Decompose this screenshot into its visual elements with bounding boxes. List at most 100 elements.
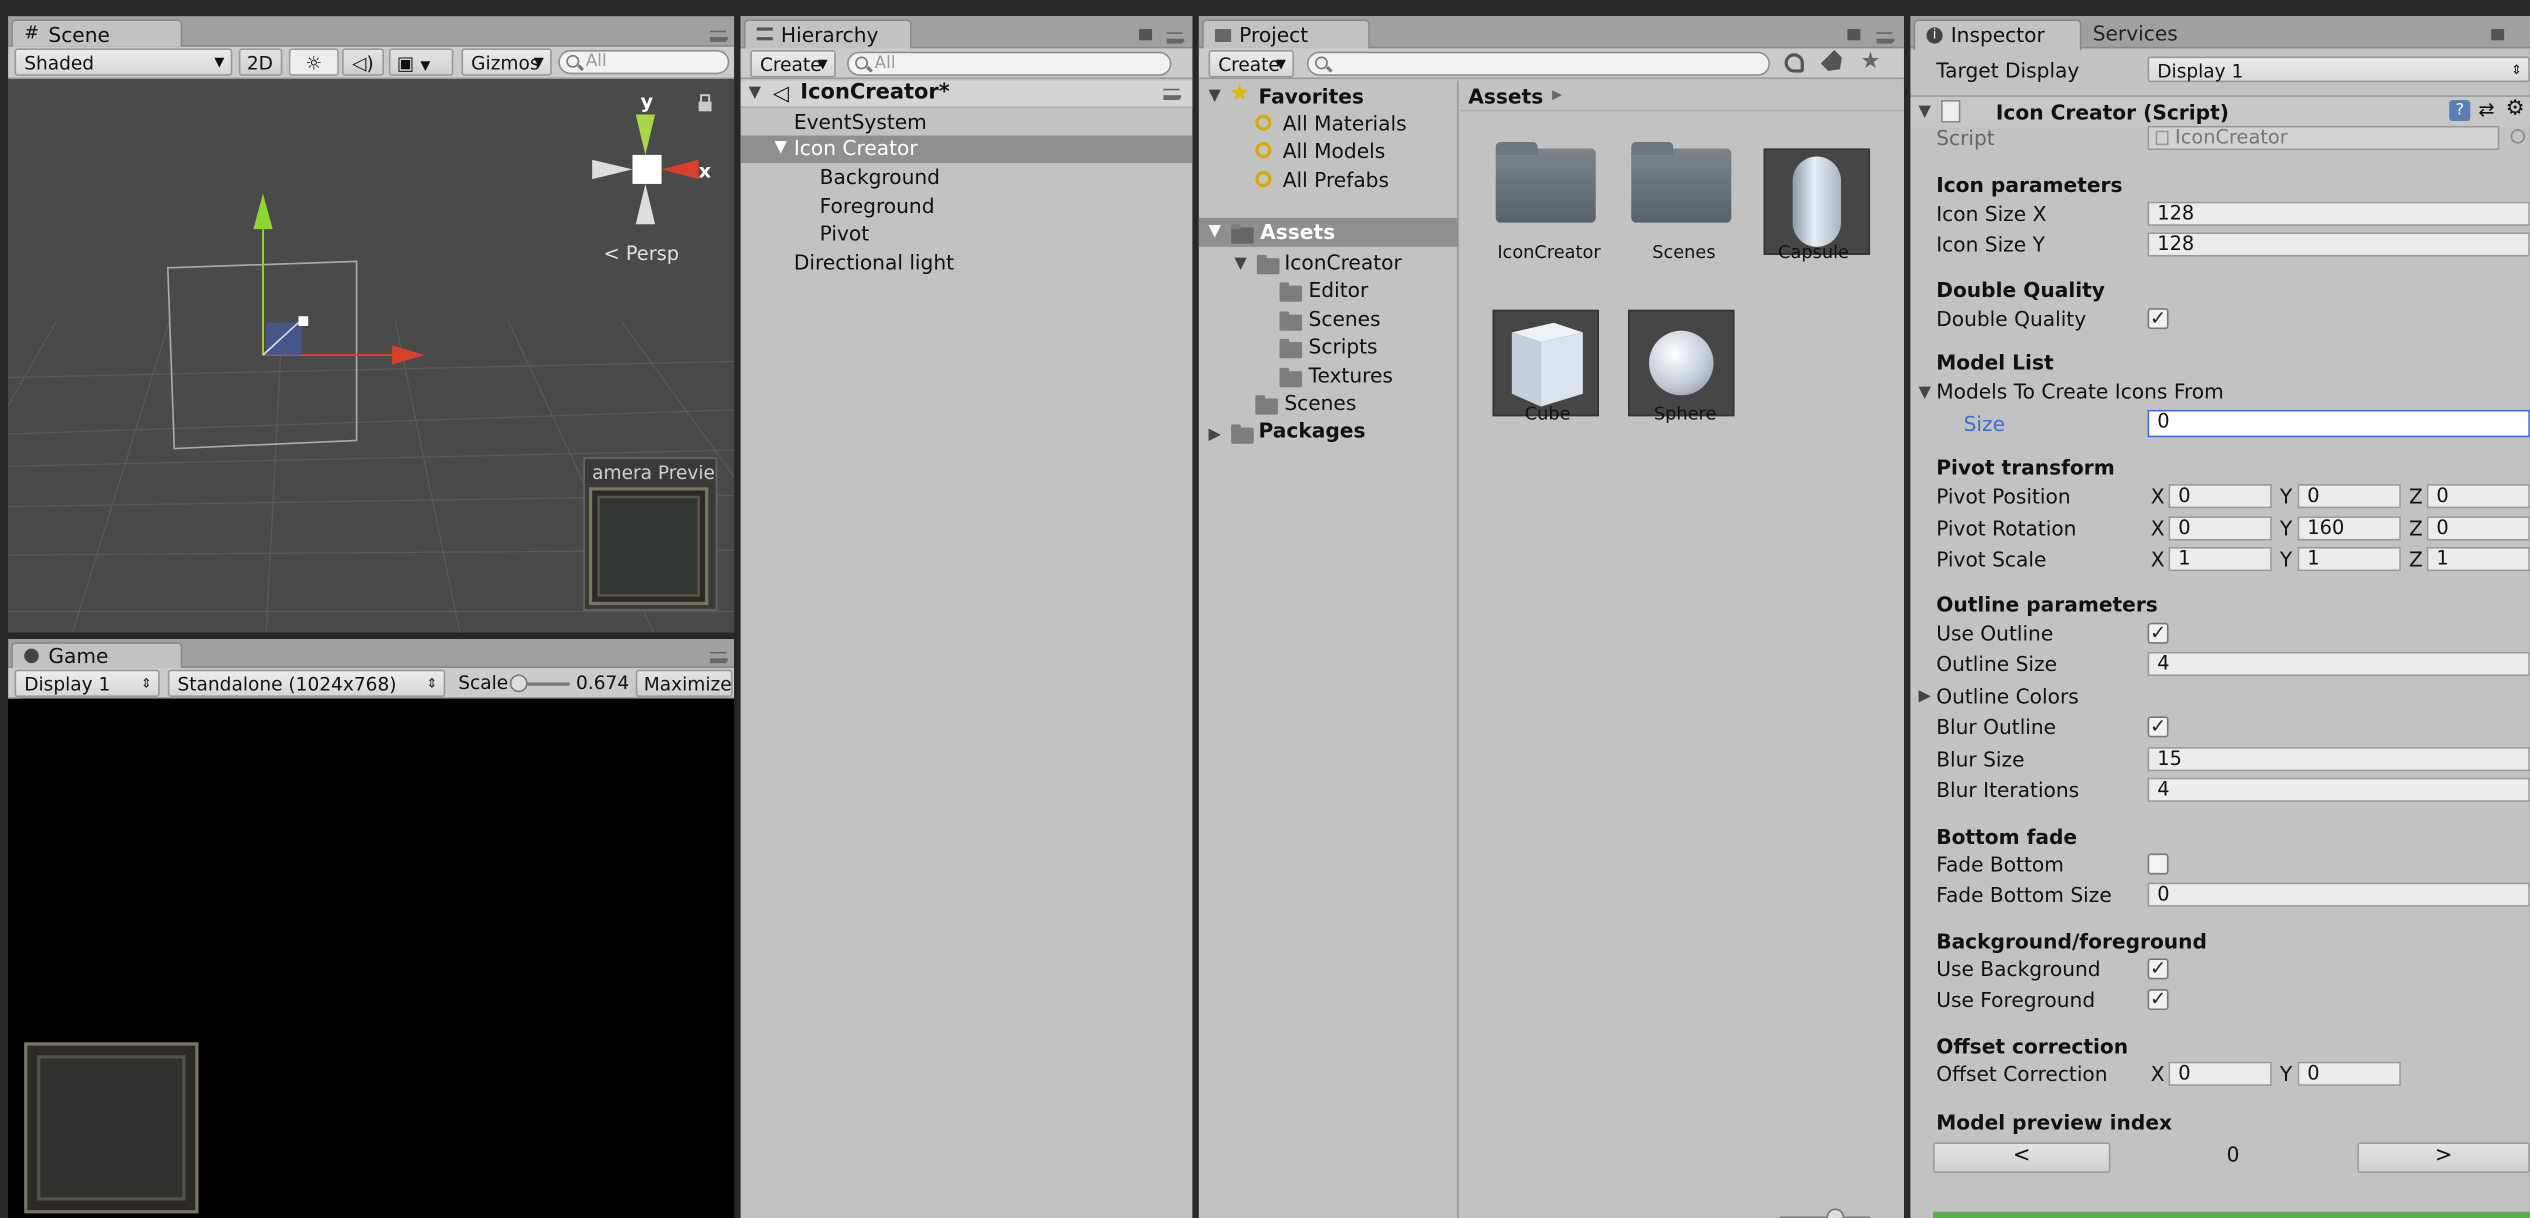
panel-menu-icon[interactable]	[709, 651, 728, 664]
panel-menu-icon[interactable]	[1876, 32, 1895, 44]
double-quality-checkbox[interactable]: ✓	[2147, 308, 2169, 330]
favorite-all-models[interactable]: All Models	[1283, 139, 1385, 163]
outline-colors-label[interactable]: Outline Colors	[1936, 684, 2079, 708]
lock-icon[interactable]	[2491, 29, 2505, 41]
pivot-position-z-input[interactable]: 0	[2426, 484, 2530, 509]
persp-label[interactable]: < Persp	[603, 242, 679, 265]
collapse-arrow-icon[interactable]: ▶	[1209, 426, 1221, 444]
blur-size-input[interactable]: 15	[2147, 747, 2530, 772]
expand-arrow-icon[interactable]: ▼	[1209, 223, 1221, 241]
assets-row-highlight[interactable]: ▼ Assets	[1198, 217, 1459, 247]
lock-icon[interactable]	[1139, 29, 1153, 41]
thumbnail-size-slider-thumb[interactable]	[1826, 1208, 1845, 1218]
panel-menu-icon[interactable]	[1166, 32, 1185, 44]
effects-dropdown[interactable]: ▣ ▼	[388, 48, 454, 76]
expand-arrow-icon[interactable]: ▼	[1234, 255, 1246, 273]
pivot-scale-x-input[interactable]: 1	[2168, 546, 2272, 572]
tab-services[interactable]: Services	[2093, 19, 2178, 50]
hierarchy-create-dropdown[interactable]: Create ▼	[750, 50, 836, 78]
tree-item-editor[interactable]: Editor	[1309, 278, 1369, 302]
asset-capsule[interactable]: Capsule	[1760, 126, 1873, 271]
scene-menu-icon[interactable]	[1163, 88, 1182, 101]
favorite-all-prefabs[interactable]: All Prefabs	[1283, 168, 1389, 192]
help-icon[interactable]: ?	[2449, 100, 2471, 122]
favorite-all-materials[interactable]: All Materials	[1283, 111, 1407, 135]
expand-arrow-icon[interactable]: ▼	[1209, 87, 1221, 105]
scene-viewport[interactable]: y x < Persp amera Previe	[8, 79, 735, 633]
hierarchy-item-background[interactable]: Background	[820, 165, 940, 189]
fade-bottom-checkbox[interactable]	[2147, 853, 2169, 875]
tree-item-packages[interactable]: Packages	[1259, 418, 1366, 442]
panel-menu-icon[interactable]	[709, 30, 728, 42]
asset-folder-iconcreator[interactable]: IconCreator	[1489, 126, 1602, 271]
collapse-arrow-icon[interactable]: ▶	[1918, 687, 1930, 705]
asset-folder-scenes[interactable]: Scenes	[1625, 126, 1738, 271]
pivot-position-y-input[interactable]: 0	[2297, 484, 2401, 509]
project-create-dropdown[interactable]: Create ▼	[1208, 50, 1295, 78]
blur-outline-checkbox[interactable]: ✓	[2147, 716, 2169, 738]
hierarchy-item-eventsystem[interactable]: EventSystem	[794, 110, 927, 134]
icon-size-x-input[interactable]: 128	[2147, 201, 2530, 226]
use-outline-checkbox[interactable]: ✓	[2147, 622, 2169, 644]
expand-arrow-icon[interactable]: ▼	[1918, 384, 1930, 402]
shading-mode-dropdown[interactable]: Shaded ▼	[14, 48, 233, 76]
pivot-scale-y-input[interactable]: 1	[2297, 546, 2401, 572]
pivot-rotation-y-input[interactable]: 160	[2297, 516, 2401, 541]
gizmos-dropdown[interactable]: Gizmos ▼	[461, 48, 552, 76]
expand-arrow-icon[interactable]: ▼	[1918, 103, 1930, 121]
hierarchy-item-foreground[interactable]: Foreground	[820, 194, 935, 218]
gear-icon[interactable]: ⚙	[2506, 97, 2525, 121]
display-dropdown[interactable]: Display 1 ⇕	[14, 669, 160, 698]
project-search-input[interactable]	[1306, 51, 1771, 76]
tree-item-scenes[interactable]: Scenes	[1309, 307, 1381, 331]
tab-hierarchy[interactable]: Hierarchy	[743, 19, 912, 51]
lock-icon[interactable]	[1847, 29, 1861, 41]
pivot-rotation-x-input[interactable]: 0	[2168, 516, 2272, 541]
search-by-type-icon[interactable]	[1784, 53, 1804, 73]
offset-y-input[interactable]: 0	[2297, 1061, 2401, 1086]
asset-sphere[interactable]: Sphere	[1625, 287, 1738, 432]
outline-size-input[interactable]: 4	[2147, 651, 2530, 677]
scale-slider-thumb[interactable]	[509, 674, 528, 693]
use-background-checkbox[interactable]: ✓	[2147, 958, 2169, 980]
maximize-on-play-toggle[interactable]: Maximize O	[635, 669, 733, 698]
tree-item-scenes-root[interactable]: Scenes	[1284, 390, 1356, 414]
fade-bottom-size-input[interactable]: 0	[2147, 882, 2530, 907]
hierarchy-item-directional-light[interactable]: Directional light	[794, 250, 954, 274]
audio-toggle[interactable]: ◁)	[342, 48, 385, 76]
pivot-position-x-input[interactable]: 0	[2168, 484, 2272, 509]
target-display-dropdown[interactable]: Display 1 ⇕	[2147, 56, 2530, 83]
component-header[interactable]: ▼ Icon Creator (Script) ? ⇄ ⚙	[1910, 95, 2530, 128]
pivot-scale-z-input[interactable]: 1	[2426, 546, 2530, 572]
expand-arrow-icon[interactable]: ▼	[774, 139, 786, 157]
preset-icon[interactable]: ⇄	[2478, 98, 2494, 121]
size-input[interactable]: 0	[2147, 409, 2530, 438]
use-foreground-checkbox[interactable]: ✓	[2147, 989, 2169, 1011]
models-label[interactable]: Models To Create Icons From	[1936, 379, 2224, 403]
hierarchy-scene-row[interactable]: ▼ ◁ IconCreator*	[740, 80, 1193, 109]
prev-model-button[interactable]: <	[1932, 1142, 2111, 1174]
offset-x-input[interactable]: 0	[2168, 1061, 2272, 1086]
blur-iterations-input[interactable]: 4	[2147, 777, 2530, 802]
hierarchy-selection-highlight[interactable]: ▼ Icon Creator	[740, 135, 1193, 163]
asset-cube[interactable]: Cube	[1489, 287, 1602, 432]
tab-project[interactable]: Project	[1202, 19, 1370, 51]
resolution-dropdown[interactable]: Standalone (1024x768) ⇕	[167, 669, 446, 698]
next-model-button[interactable]: >	[2357, 1142, 2530, 1174]
tree-item-iconcreator[interactable]: IconCreator	[1284, 250, 1401, 274]
pivot-rotation-z-input[interactable]: 0	[2426, 516, 2530, 541]
target-icon[interactable]	[2510, 129, 2526, 144]
scene-search-input[interactable]: All	[558, 50, 730, 75]
tab-scene[interactable]: # Scene	[11, 19, 183, 47]
tree-item-textures[interactable]: Textures	[1309, 363, 1393, 387]
icon-size-y-input[interactable]: 128	[2147, 232, 2530, 257]
tree-item-scripts[interactable]: Scripts	[1309, 334, 1378, 358]
tab-inspector[interactable]: i Inspector	[1913, 19, 2082, 51]
expand-arrow-icon[interactable]: ▼	[749, 84, 761, 102]
lighting-toggle[interactable]: ☼	[288, 48, 339, 76]
favorite-star-icon[interactable]: ★	[1860, 48, 1880, 74]
tab-game[interactable]: Game	[11, 642, 183, 668]
hierarchy-search-input[interactable]: All	[847, 51, 1172, 76]
label-tag-icon[interactable]	[1821, 50, 1847, 76]
hierarchy-item-pivot[interactable]: Pivot	[820, 221, 870, 245]
